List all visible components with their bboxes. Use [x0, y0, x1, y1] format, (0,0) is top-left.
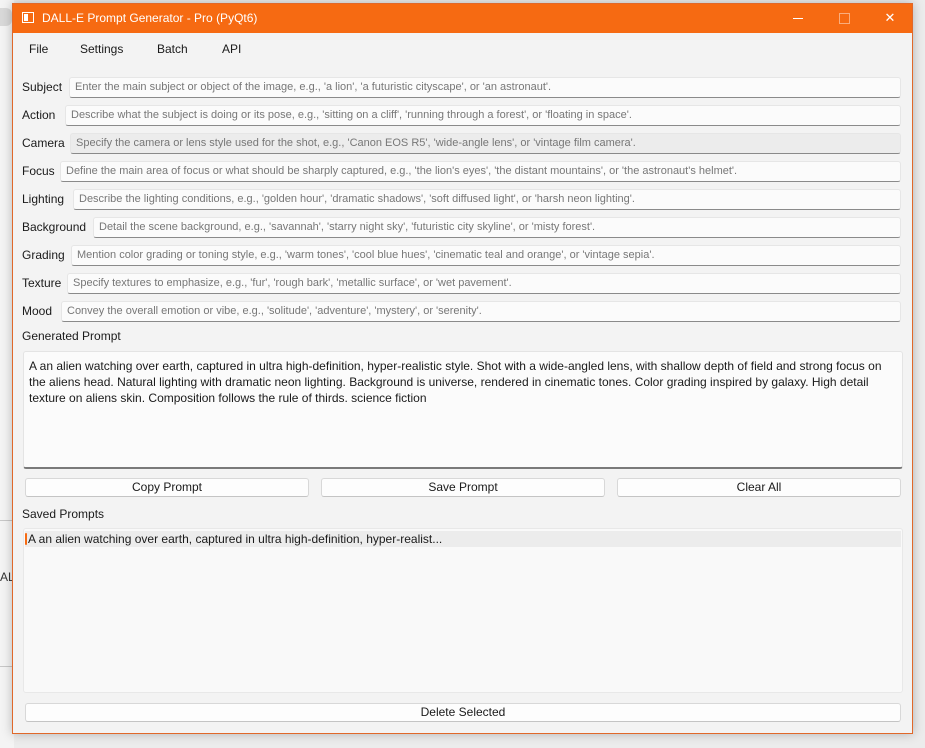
action-label: Action	[22, 108, 56, 122]
save-prompt-button[interactable]: Save Prompt	[321, 478, 605, 497]
close-icon: ✕	[884, 10, 896, 25]
list-item[interactable]: A an alien watching over earth, captured…	[25, 531, 901, 547]
grading-label: Grading	[22, 248, 65, 262]
mood-input[interactable]: Convey the overall emotion or vibe, e.g.…	[61, 301, 901, 322]
camera-row: Camera Specify the camera or lens style …	[22, 133, 901, 154]
app-icon	[22, 12, 34, 23]
minimize-icon	[793, 18, 803, 20]
subject-input[interactable]: Enter the main subject or object of the …	[69, 77, 901, 98]
menu-api[interactable]: API	[222, 42, 241, 56]
texture-input[interactable]: Specify textures to emphasize, e.g., 'fu…	[67, 273, 901, 294]
background-input[interactable]: Detail the scene background, e.g., 'sava…	[93, 217, 901, 238]
window-title: DALL-E Prompt Generator - Pro (PyQt6)	[42, 11, 258, 25]
lighting-row: Lighting Describe the lighting condition…	[22, 189, 901, 210]
maximize-button[interactable]	[821, 4, 867, 33]
action-input[interactable]: Describe what the subject is doing or it…	[65, 105, 901, 126]
saved-prompts-list[interactable]: A an alien watching over earth, captured…	[23, 528, 903, 693]
saved-prompts-label: Saved Prompts	[22, 507, 105, 521]
mood-row: Mood Convey the overall emotion or vibe,…	[22, 301, 901, 322]
focus-input[interactable]: Define the main area of focus or what sh…	[60, 161, 901, 182]
mood-label: Mood	[22, 304, 53, 318]
menu-file[interactable]: File	[29, 42, 48, 56]
copy-prompt-button[interactable]: Copy Prompt	[25, 478, 309, 497]
grading-row: Grading Mention color grading or toning …	[22, 245, 901, 266]
grading-input[interactable]: Mention color grading or toning style, e…	[71, 245, 901, 266]
camera-label: Camera	[22, 136, 65, 150]
menu-batch[interactable]: Batch	[157, 42, 188, 56]
menu-settings[interactable]: Settings	[80, 42, 123, 56]
background-window-edge	[0, 8, 12, 26]
title-bar[interactable]: DALL-E Prompt Generator - Pro (PyQt6) ✕	[13, 4, 912, 33]
subject-row: Subject Enter the main subject or object…	[22, 77, 901, 98]
app-window: DALL-E Prompt Generator - Pro (PyQt6) ✕ …	[12, 3, 913, 734]
minimize-button[interactable]	[775, 4, 821, 33]
delete-selected-button[interactable]: Delete Selected	[25, 703, 901, 722]
generated-prompt-label: Generated Prompt	[22, 329, 121, 343]
maximize-icon	[838, 13, 850, 25]
background-divider	[0, 666, 12, 667]
background-divider	[0, 520, 12, 521]
lighting-input[interactable]: Describe the lighting conditions, e.g., …	[73, 189, 901, 210]
subject-label: Subject	[22, 80, 63, 94]
texture-row: Texture Specify textures to emphasize, e…	[22, 273, 901, 294]
menu-bar: File Settings Batch API	[13, 37, 912, 63]
focus-row: Focus Define the main area of focus or w…	[22, 161, 901, 182]
action-row: Action Describe what the subject is doin…	[22, 105, 901, 126]
lighting-label: Lighting	[22, 192, 65, 206]
camera-input[interactable]: Specify the camera or lens style used fo…	[70, 133, 901, 154]
background-label: Background	[22, 220, 87, 234]
generated-prompt-textarea[interactable]: A an alien watching over earth, captured…	[23, 351, 903, 469]
texture-label: Texture	[22, 276, 62, 290]
background-row: Background Detail the scene background, …	[22, 217, 901, 238]
close-button[interactable]: ✕	[867, 4, 913, 33]
clear-all-button[interactable]: Clear All	[617, 478, 901, 497]
focus-label: Focus	[22, 164, 55, 178]
